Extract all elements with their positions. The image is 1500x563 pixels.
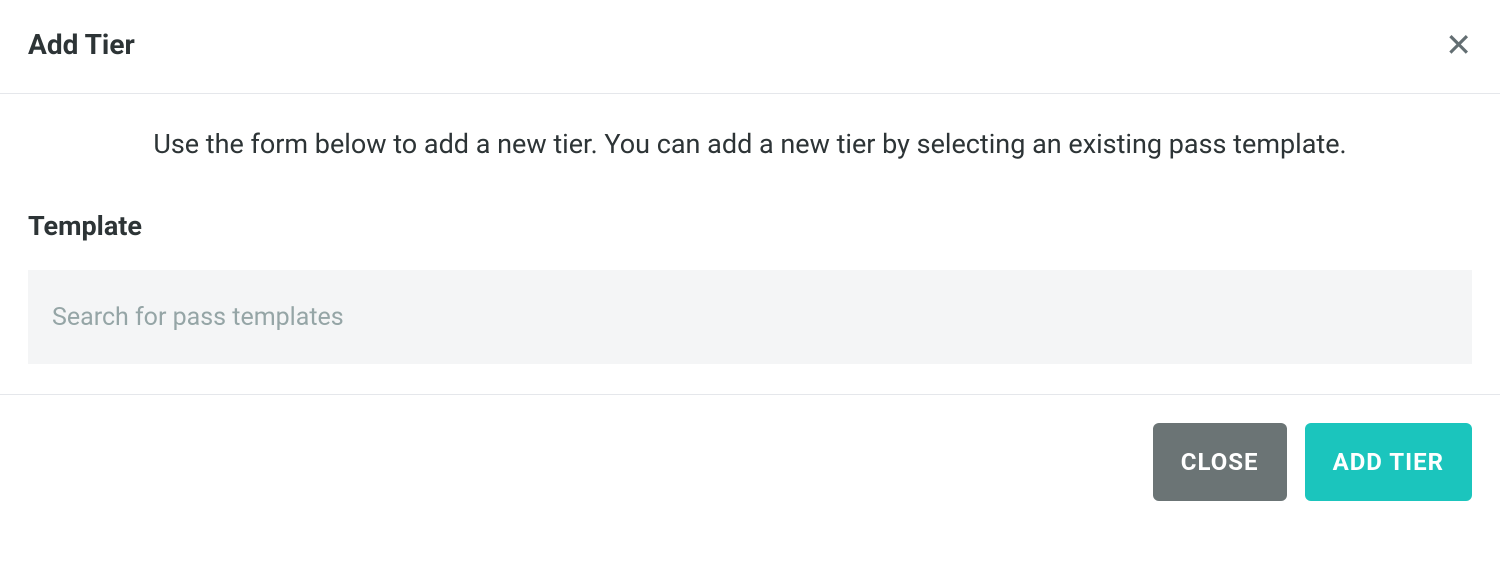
modal-footer: CLOSE ADD TIER bbox=[0, 395, 1500, 529]
close-icon[interactable]: ✕ bbox=[1445, 29, 1472, 61]
template-label: Template bbox=[28, 210, 1472, 242]
template-search-input[interactable] bbox=[28, 270, 1472, 364]
modal-header: Add Tier ✕ bbox=[0, 0, 1500, 94]
modal-body: Use the form below to add a new tier. Yo… bbox=[0, 94, 1500, 395]
instruction-text: Use the form below to add a new tier. Yo… bbox=[28, 126, 1472, 162]
modal-title: Add Tier bbox=[28, 28, 135, 61]
close-button[interactable]: CLOSE bbox=[1153, 423, 1287, 501]
add-tier-button[interactable]: ADD TIER bbox=[1305, 423, 1472, 501]
